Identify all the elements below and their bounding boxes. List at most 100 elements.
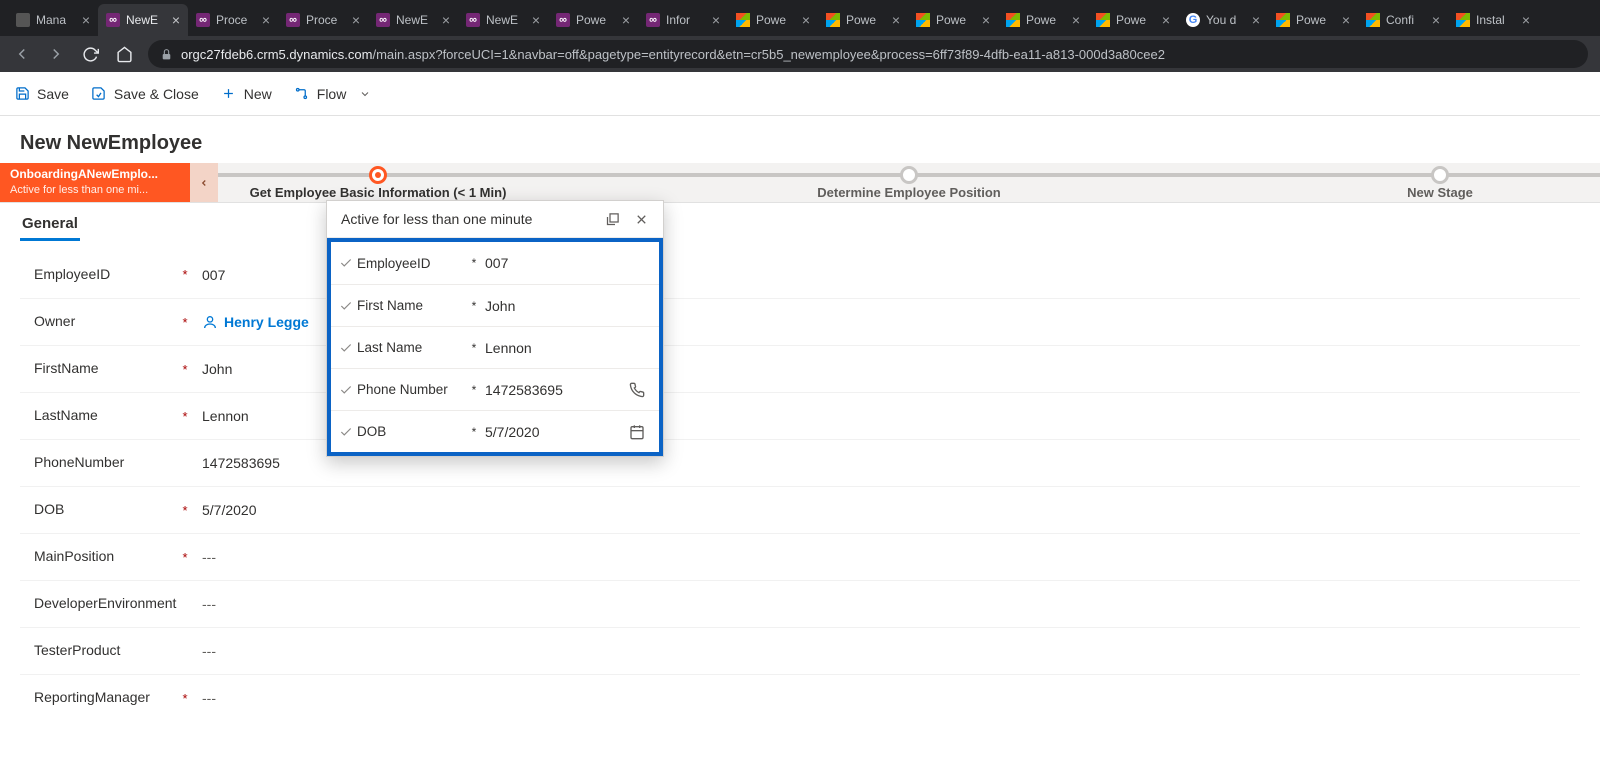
flyout-field-value[interactable]: John — [483, 298, 629, 314]
browser-tab[interactable]: Powe× — [1088, 4, 1178, 36]
flyout-field-label: First Name — [357, 298, 465, 313]
tab-close-icon[interactable]: × — [982, 13, 990, 27]
reload-button[interactable] — [80, 44, 100, 64]
tab-close-icon[interactable]: × — [352, 13, 360, 27]
field-value[interactable]: 1472583695 — [202, 455, 280, 471]
tab-close-icon[interactable]: × — [262, 13, 270, 27]
field-value[interactable]: 5/7/2020 — [202, 502, 257, 518]
new-button[interactable]: New — [221, 86, 272, 102]
flow-button[interactable]: Flow — [294, 86, 372, 102]
browser-tabstrip: Mana×∞NewE×∞Proce×∞Proce×∞NewE×∞NewE×∞Po… — [0, 0, 1600, 36]
browser-tab[interactable]: ∞NewE× — [98, 4, 188, 36]
browser-tab[interactable]: ∞NewE× — [458, 4, 548, 36]
favicon-icon — [1006, 13, 1020, 27]
flyout-field-value[interactable]: 1472583695 — [483, 382, 629, 398]
browser-tab[interactable]: Powe × — [1268, 4, 1358, 36]
home-button[interactable] — [114, 44, 134, 64]
required-indicator: * — [170, 362, 200, 377]
tab-close-icon[interactable]: × — [1522, 13, 1530, 27]
bpf-process-name[interactable]: OnboardingANewEmplo... Active for less t… — [0, 163, 190, 202]
browser-tab[interactable]: ∞ Proce × — [278, 4, 368, 36]
browser-tab[interactable]: Powe× — [818, 4, 908, 36]
field-label: FirstName — [20, 360, 170, 378]
popout-icon[interactable] — [605, 212, 620, 227]
tab-close-icon[interactable]: × — [1072, 13, 1080, 27]
browser-tab[interactable]: ∞Infor× — [638, 4, 728, 36]
stage-label: Determine Employee Position — [817, 185, 1001, 200]
form-field: LastName*Lennon — [20, 392, 1580, 439]
flyout-field-label: DOB — [357, 424, 465, 439]
stage-label: New Stage — [1407, 185, 1473, 200]
tab-close-icon[interactable]: × — [1252, 13, 1260, 27]
field-value[interactable]: --- — [202, 643, 216, 659]
bpf-stage-new[interactable]: New Stage — [1280, 163, 1600, 202]
favicon-icon — [1366, 13, 1380, 27]
close-icon[interactable] — [634, 212, 649, 227]
tab-close-icon[interactable]: × — [82, 13, 90, 27]
save-button[interactable]: Save — [14, 86, 69, 102]
tab-close-icon[interactable]: × — [172, 13, 180, 27]
checkmark-icon — [339, 383, 357, 397]
field-label: DeveloperEnvironment — [20, 595, 170, 613]
checkmark-icon — [339, 256, 357, 270]
tab-close-icon[interactable]: × — [442, 13, 450, 27]
form-field: DOB*5/7/2020 — [20, 486, 1580, 533]
field-value[interactable]: Lennon — [202, 408, 249, 424]
flyout-field-value[interactable]: 5/7/2020 — [483, 424, 629, 440]
save-close-button[interactable]: Save & Close — [91, 86, 199, 102]
tab-close-icon[interactable]: × — [1342, 13, 1350, 27]
form-field: TesterProduct --- — [20, 627, 1580, 674]
stage-flyout: Active for less than one minute Employee… — [326, 200, 664, 457]
tab-general[interactable]: General — [20, 215, 80, 241]
tab-close-icon[interactable]: × — [532, 13, 540, 27]
bpf-stage-position[interactable]: Determine Employee Position — [538, 163, 1280, 202]
browser-tab[interactable]: ∞NewE× — [368, 4, 458, 36]
form-field: PhoneNumber1472583695 — [20, 439, 1580, 486]
tab-close-icon[interactable]: × — [1432, 13, 1440, 27]
required-indicator: * — [170, 315, 200, 330]
flyout-field-value[interactable]: 007 — [483, 255, 629, 271]
tab-label: You d — [1206, 13, 1246, 27]
bpf-collapse-button[interactable] — [190, 163, 218, 202]
browser-tab[interactable]: Powe× — [728, 4, 818, 36]
tab-close-icon[interactable]: × — [892, 13, 900, 27]
address-bar[interactable]: orgc27fdeb6.crm5.dynamics.com/main.aspx?… — [148, 40, 1588, 68]
flyout-field-value[interactable]: Lennon — [483, 340, 629, 356]
flyout-header: Active for less than one minute — [327, 201, 663, 238]
browser-tab[interactable]: ∞Proce× — [188, 4, 278, 36]
forward-button[interactable] — [46, 44, 66, 64]
flow-label: Flow — [317, 86, 347, 102]
tab-label: Powe — [576, 13, 616, 27]
field-value[interactable]: --- — [202, 690, 216, 706]
tab-close-icon[interactable]: × — [1162, 13, 1170, 27]
calendar-icon[interactable] — [629, 424, 645, 440]
browser-tab[interactable]: Powe× — [908, 4, 998, 36]
tab-close-icon[interactable]: × — [712, 13, 720, 27]
browser-tab[interactable]: Instal× — [1448, 4, 1538, 36]
favicon-icon — [826, 13, 840, 27]
bpf-stage-basic-info[interactable]: Get Employee Basic Information (< 1 Min) — [218, 163, 538, 202]
browser-tab[interactable]: ∞Powe× — [548, 4, 638, 36]
browser-tab[interactable]: Mana× — [8, 4, 98, 36]
tab-label: Proce — [306, 13, 346, 27]
field-value[interactable]: John — [202, 361, 232, 377]
form-field: DeveloperEnvironment --- — [20, 580, 1580, 627]
tab-close-icon[interactable]: × — [622, 13, 630, 27]
browser-tab[interactable]: Powe× — [998, 4, 1088, 36]
person-icon — [202, 314, 218, 330]
tab-label: Powe — [1296, 13, 1336, 27]
tab-label: NewE — [396, 13, 436, 27]
field-value[interactable]: --- — [202, 549, 216, 565]
browser-tab[interactable]: Confi× — [1358, 4, 1448, 36]
back-button[interactable] — [12, 44, 32, 64]
flyout-field: First Name*John — [331, 284, 659, 326]
field-value[interactable]: --- — [202, 596, 216, 612]
chevron-down-icon — [359, 88, 371, 100]
browser-tab[interactable]: GYou d× — [1178, 4, 1268, 36]
browser-chrome: Mana×∞NewE×∞Proce×∞Proce×∞NewE×∞NewE×∞Po… — [0, 0, 1600, 72]
tab-close-icon[interactable]: × — [802, 13, 810, 27]
phone-icon[interactable] — [629, 382, 645, 398]
field-value[interactable]: 007 — [202, 267, 225, 283]
favicon-icon: ∞ — [286, 13, 300, 27]
field-label: TesterProduct — [20, 642, 170, 660]
